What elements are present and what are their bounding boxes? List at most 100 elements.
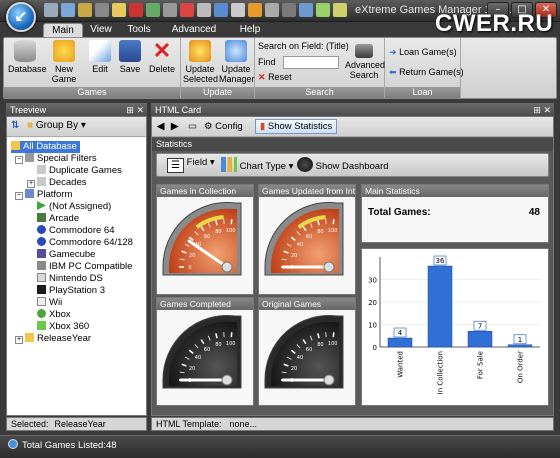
bar-value-label: 1 [518,336,522,344]
qat-new-icon[interactable] [112,3,126,17]
tree-node-not-assigned[interactable]: (Not Assigned) [37,201,111,213]
qat-link-icon[interactable] [265,3,279,17]
qat-cut-icon[interactable] [163,3,177,17]
advanced-search-button[interactable]: Advanced Search [345,40,385,80]
tree-node-wii[interactable]: Wii [37,297,62,309]
node-label: Wii [49,297,63,308]
search-group: Search on Field: (Title) Find ✕ Reset Ad… [255,38,385,98]
treeview-header: Treeview ⊞ ✕ [6,103,147,117]
gauge-tick-label: 40 [195,355,201,361]
tree-node-duplicate-games[interactable]: Duplicate Games [37,165,122,177]
show-statistics-button[interactable]: ▮ Show Statistics [255,119,338,134]
group-by-dropdown[interactable]: ■ Group By ▾ [27,120,86,131]
qat-back-icon[interactable] [78,3,92,17]
tab-tools[interactable]: Tools [124,23,154,38]
expand-icon[interactable]: + [15,336,23,344]
tab-help[interactable]: Help [236,23,264,38]
find-input[interactable] [283,56,339,69]
gauge-card-games-in-collection: Games in Collection 0 20 40 60 80 100 [156,184,254,295]
reset-button[interactable]: ✕ Reset [258,72,292,83]
gauge-tick-label: 40 [297,355,303,361]
update-manager-button[interactable]: Update Manager [219,40,255,84]
node-label: Gamecube [49,249,96,260]
qat-export-icon[interactable] [299,3,313,17]
qat-tools-icon[interactable] [95,3,109,17]
qat-help-icon[interactable] [248,3,262,17]
show-dashboard-button[interactable]: Show Dashboard [297,157,389,172]
qat-tag-icon[interactable] [180,3,194,17]
tree-node-ibm-pc[interactable]: IBM PC Compatible [37,261,132,273]
qat-edit-icon[interactable] [146,3,160,17]
tree-node-xbox[interactable]: Xbox [37,309,71,321]
tree-node-platform[interactable]: − Platform [15,189,72,201]
chart-type-dropdown[interactable]: Chart Type ▾ [221,157,293,172]
tree-node-commodore-64[interactable]: Commodore 64 [37,225,114,237]
node-label: Special Filters [37,153,97,164]
tree-node-nintendo-ds[interactable]: Nintendo DS [37,273,103,285]
delete-button[interactable]: ✕ Delete [146,40,178,75]
tab-main[interactable]: Main [43,23,83,38]
category-label: Wanted [397,351,405,378]
node-label: Nintendo DS [49,273,103,284]
qat-find-icon[interactable] [214,3,228,17]
edit-button[interactable]: Edit [86,40,114,74]
field-dropdown[interactable]: ☰ Field ▾ [167,157,215,173]
status-text: Total Games Listed:48 [22,440,117,451]
forward-icon[interactable]: ▶ [171,121,178,132]
tree-node-gamecube[interactable]: Gamecube [37,249,95,261]
sort-az-icon[interactable]: ⇅ [11,120,19,131]
gauge-orange-1: 020406080 100 [162,202,242,276]
tree-node-arcade[interactable]: Arcade [37,213,79,225]
collapse-icon[interactable]: − [15,156,23,164]
gauge-hub [323,261,335,273]
bar [387,337,413,348]
tab-view[interactable]: View [86,23,116,38]
tree-node-all-database[interactable]: All Database [11,141,80,153]
back-icon[interactable]: ◀ [157,121,164,132]
tree-node-release-year[interactable]: + ReleaseYear [15,333,91,345]
chart-type-label: Chart Type [239,161,286,172]
loan-group-label: Loan [385,87,460,98]
gauge-dark-1: 020406080100 [162,315,242,389]
search-on-field-dropdown[interactable]: Search on Field: (Title) [258,41,349,51]
panel-pin-close-icon[interactable]: ⊞ ✕ [533,103,551,117]
app-menu-button[interactable]: ↙ [6,2,36,32]
update-selected-button[interactable]: Update Selected [183,40,218,84]
node-label: Arcade [49,213,80,224]
qat-db-icon[interactable] [44,3,58,17]
gauge-title: Original Games [259,298,355,310]
tab-advanced-tools[interactable]: Advanced Tools [162,23,226,49]
qat-gear-icon[interactable] [231,3,245,17]
print-icon[interactable]: ▭ [188,121,197,132]
tree-node-playstation-3[interactable]: PlayStation 3 [37,285,105,297]
selected-label: Selected: [11,419,49,429]
qat-save-icon[interactable] [61,3,75,17]
config-button[interactable]: ⚙ Config [204,121,243,132]
info-icon [8,439,18,449]
qat-import-icon[interactable] [316,3,330,17]
return-games-button[interactable]: ⬅ Return Game(s) [389,67,464,78]
collapse-icon[interactable]: − [15,192,23,200]
panel-pin-close-icon[interactable]: ⊞ ✕ [126,103,144,117]
bar-chart-icon [221,157,237,172]
expand-icon[interactable]: + [27,180,35,188]
category-label: For Sale [477,351,485,379]
qat-refresh-icon[interactable] [333,3,347,17]
qat-print-icon[interactable] [282,3,296,17]
gauge-title: Games Updated from Internet [259,185,355,197]
tree-node-commodore-64-128[interactable]: Commodore 64/128 [37,237,133,249]
new-game-button[interactable]: New Game [44,40,84,84]
tree-node-decades[interactable]: + Decades [27,177,87,189]
tree-node-special-filters[interactable]: − Special Filters [15,153,97,165]
loan-games-button[interactable]: ➜ Loan Game(s) [389,47,457,58]
template-value[interactable]: none... [230,419,258,429]
save-label: Save [119,64,141,74]
gauge-title: Games Completed [157,298,253,310]
tree-node-xbox-360[interactable]: Xbox 360 [37,321,89,333]
database-button[interactable]: Database [8,40,47,74]
save-button[interactable]: Save [116,40,144,74]
node-label: Platform [37,189,73,200]
show-statistics-label: Show Statistics [267,121,333,132]
qat-copy-icon[interactable] [197,3,211,17]
qat-delete-icon[interactable] [129,3,143,17]
